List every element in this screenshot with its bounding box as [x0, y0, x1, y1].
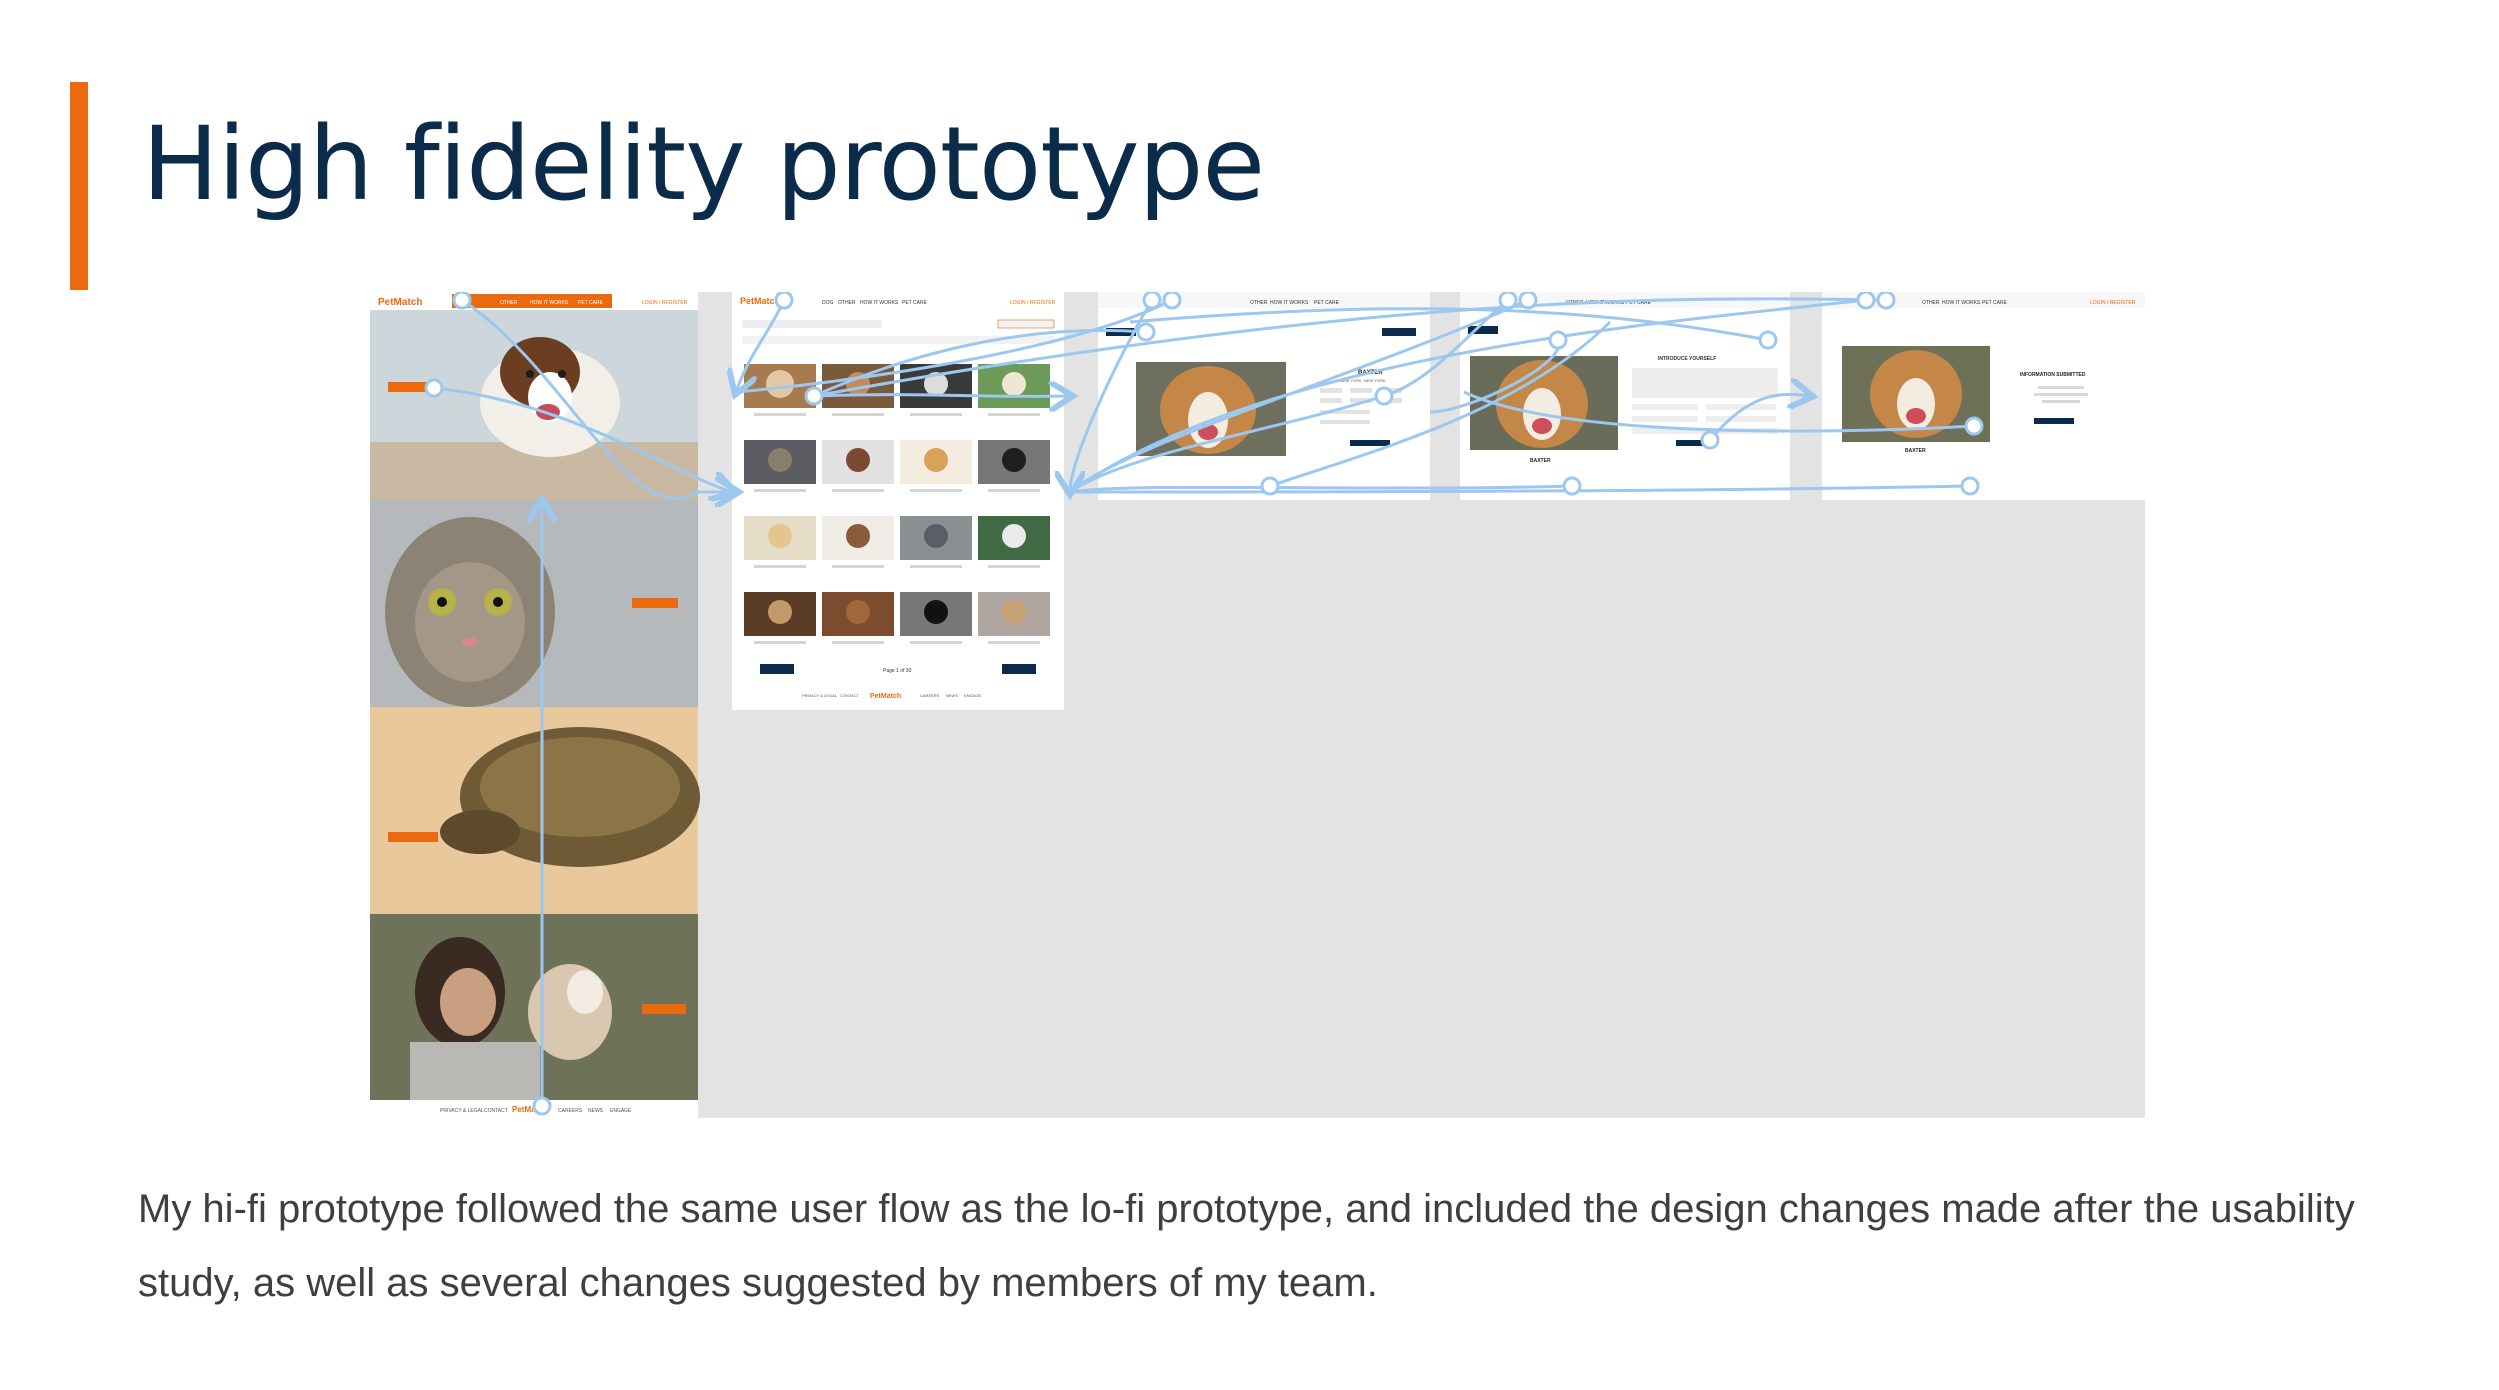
- svg-text:LOGIN / REGISTER: LOGIN / REGISTER: [2090, 300, 2136, 306]
- svg-text:INFORMATION SUBMITTED: INFORMATION SUBMITTED: [2020, 372, 2086, 378]
- svg-text:OTHER: OTHER: [1922, 300, 1940, 306]
- svg-text:PetMatch: PetMatch: [870, 693, 901, 700]
- prototype-flow-board: PetMatch OTHER HOW IT WORKS PET CARE LOG…: [370, 292, 2145, 1118]
- svg-text:LOGIN / REGISTER: LOGIN / REGISTER: [1010, 300, 1056, 306]
- hero-tortoise-image: [370, 707, 700, 914]
- svg-text:HOW IT WORKS: HOW IT WORKS: [1270, 300, 1309, 306]
- information-submitted-frame: OTHER HOW IT WORKS PET CARE LOGIN / REGI…: [1822, 292, 2145, 500]
- svg-text:HOW IT WORKS: HOW IT WORKS: [1942, 300, 1981, 306]
- svg-text:BAXTER: BAXTER: [1530, 458, 1551, 464]
- slide-title: High fidelity prototype: [142, 105, 1265, 224]
- svg-text:PET CARE: PET CARE: [1982, 300, 2008, 306]
- svg-text:PRIVACY & LEGAL: PRIVACY & LEGAL: [440, 1108, 484, 1114]
- slide-description: My hi-fi prototype followed the same use…: [138, 1187, 2355, 1305]
- svg-text:DOG: DOG: [822, 300, 834, 306]
- brand-logo: PetMatch: [378, 297, 422, 308]
- svg-text:OTHER: OTHER: [838, 300, 856, 306]
- pet-gallery-frame: PetMatch DOG OTHER HOW IT WORKS PET CARE…: [732, 292, 1064, 710]
- prototype-flow-diagram: PetMatch OTHER HOW IT WORKS PET CARE LOG…: [370, 292, 2145, 1118]
- svg-text:HOW IT WORKS: HOW IT WORKS: [860, 300, 899, 306]
- svg-text:PET CARE: PET CARE: [578, 300, 604, 306]
- svg-text:PRIVACY & LEGAL: PRIVACY & LEGAL: [802, 693, 838, 698]
- svg-text:ENGAGE: ENGAGE: [964, 693, 981, 698]
- svg-text:ENGAGE: ENGAGE: [610, 1108, 632, 1114]
- landing-page-frame: PetMatch OTHER HOW IT WORKS PET CARE LOG…: [370, 292, 700, 1118]
- accent-bar: [70, 82, 88, 290]
- svg-text:NEWS: NEWS: [946, 693, 958, 698]
- svg-text:LOGIN / REGISTER: LOGIN / REGISTER: [642, 300, 688, 306]
- svg-text:HOW IT WORKS: HOW IT WORKS: [530, 300, 569, 306]
- hero-dog-image: [370, 310, 698, 500]
- svg-text:PetMatch: PetMatch: [740, 296, 780, 306]
- svg-text:Page 1 of 30: Page 1 of 30: [883, 668, 912, 674]
- svg-text:CONTACT: CONTACT: [484, 1108, 508, 1114]
- svg-text:NEWS: NEWS: [588, 1108, 604, 1114]
- svg-text:OTHER: OTHER: [500, 300, 518, 306]
- svg-text:PET CARE: PET CARE: [902, 300, 928, 306]
- svg-text:PET CARE: PET CARE: [1314, 300, 1340, 306]
- svg-text:INTRODUCE YOURSELF: INTRODUCE YOURSELF: [1658, 356, 1716, 362]
- svg-text:OTHER: OTHER: [1250, 300, 1268, 306]
- svg-text:CAREERS: CAREERS: [558, 1108, 583, 1114]
- svg-text:CAREERS: CAREERS: [920, 693, 940, 698]
- introduce-yourself-frame: OTHER HOW IT WORKS PET CARE BAXTER INTRO…: [1460, 292, 1790, 500]
- svg-text:CONTACT: CONTACT: [840, 693, 860, 698]
- svg-text:BAXTER: BAXTER: [1905, 448, 1926, 454]
